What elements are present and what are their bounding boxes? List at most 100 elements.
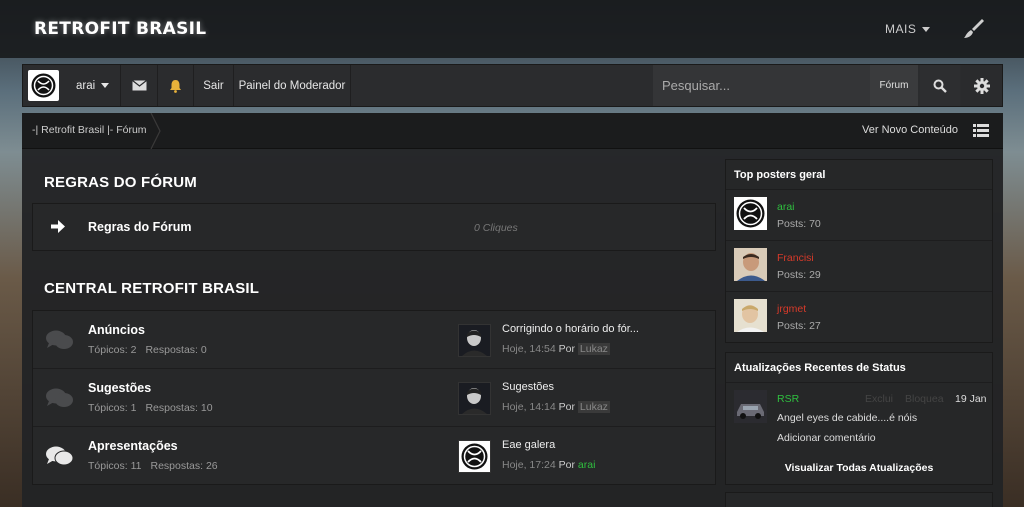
arrow-right-icon — [51, 220, 65, 233]
view-all-updates-link[interactable]: Visualizar Todas Atualizações — [726, 462, 992, 474]
poster-posts: Posts: 70 — [777, 218, 821, 230]
rules-forum-box: Regras do Fórum 0 Cliques — [32, 203, 716, 251]
logout-link[interactable]: Sair — [194, 65, 234, 106]
user-photo-icon — [459, 383, 490, 414]
last-post-meta: Hoje, 14:14 Por Lukaz — [502, 401, 610, 413]
user-menu-button[interactable]: arai — [64, 65, 121, 106]
top-posters-title: Top posters geral — [726, 160, 992, 190]
user-bar: arai Sair Painel do Moderador Fórum — [22, 64, 1003, 107]
status-date: 19 Jan — [955, 393, 987, 405]
poster-name[interactable]: Francisi — [777, 252, 814, 264]
by-label: Por — [558, 459, 575, 471]
envelope-icon — [131, 80, 147, 91]
search-input[interactable] — [662, 78, 867, 93]
list-item[interactable]: Regras do Fórum 0 Cliques — [33, 204, 715, 250]
list-item: jrgmet Posts: 27 — [726, 292, 992, 343]
status-text: Angel eyes de cabide....é nóis — [777, 412, 918, 424]
breadcrumb[interactable]: -| Retrofit Brasil |- Fórum — [32, 124, 147, 136]
site-logo[interactable]: RETROFIT BRASIL — [34, 19, 206, 39]
section-title-rules: REGRAS DO FÓRUM — [44, 174, 197, 191]
poster-posts: Posts: 29 — [777, 269, 821, 281]
chevron-down-icon — [922, 27, 931, 33]
add-comment-link[interactable]: Adicionar comentário — [777, 432, 876, 444]
user-photo-icon — [459, 325, 490, 356]
delete-status-link[interactable]: Exclui — [865, 393, 893, 405]
moderator-panel-label: Painel do Moderador — [238, 79, 346, 92]
user-avatar-icon — [31, 73, 56, 98]
user-photo-icon — [734, 248, 767, 281]
table-row[interactable]: Anúncios Tópicos: 2 Respostas: 0 Corrigin… — [33, 311, 715, 369]
search-scope-button[interactable]: Fórum — [870, 65, 918, 106]
avatar[interactable] — [458, 440, 491, 473]
forum-title[interactable]: Apresentações — [88, 439, 178, 453]
forum-title[interactable]: Anúncios — [88, 323, 145, 337]
bell-icon — [170, 79, 181, 93]
avatar[interactable] — [734, 299, 767, 332]
section-title-central: CENTRAL RETROFIT BRASIL — [44, 280, 260, 297]
search-scope-label: Fórum — [879, 80, 909, 91]
avatar[interactable] — [734, 390, 767, 423]
chat-bubbles-icon — [46, 330, 73, 349]
user-avatar-icon — [736, 199, 765, 228]
central-forum-box: Anúncios Tópicos: 2 Respostas: 0 Corrigin… — [32, 310, 716, 485]
search-button[interactable] — [920, 65, 960, 106]
avatar[interactable] — [734, 197, 767, 230]
username-label: arai — [76, 79, 96, 92]
last-post-user[interactable]: Lukaz — [577, 343, 610, 355]
last-post-meta: Hoje, 14:54 Por Lukaz — [502, 343, 610, 355]
search-box — [653, 65, 870, 106]
more-menu-button[interactable]: MAIS — [885, 22, 931, 36]
last-post-title[interactable]: Corrigindo o horário do fór... — [502, 323, 702, 335]
user-avatar-icon — [459, 441, 490, 472]
forum-title[interactable]: Sugestões — [88, 381, 151, 395]
topics-count: Tópicos: 1 — [88, 402, 137, 414]
table-row[interactable]: Sugestões Tópicos: 1 Respostas: 10 Sugest… — [33, 369, 715, 427]
moderator-panel-link[interactable]: Painel do Moderador — [234, 65, 351, 106]
user-avatar[interactable] — [28, 70, 59, 101]
site-header: RETROFIT BRASIL MAIS — [0, 0, 1024, 58]
avatar[interactable] — [458, 382, 491, 415]
last-post-time: Hoje, 14:14 — [502, 401, 556, 413]
main-content: REGRAS DO FÓRUM Regras do Fórum 0 Clique… — [22, 149, 1003, 507]
logout-label: Sair — [203, 79, 224, 92]
by-label: Por — [558, 343, 575, 355]
list-icon[interactable] — [973, 124, 989, 137]
last-post-user[interactable]: arai — [578, 459, 596, 471]
last-post-user[interactable]: Lukaz — [577, 401, 610, 413]
topics-count: Tópicos: 11 — [88, 460, 142, 472]
topics-count: Tópicos: 2 — [88, 344, 137, 356]
chat-bubbles-icon — [46, 446, 74, 466]
search-icon — [933, 79, 947, 93]
poster-name[interactable]: jrgmet — [777, 303, 806, 315]
last-post-time: Hoje, 14:54 — [502, 343, 556, 355]
view-new-content-link[interactable]: Ver Novo Conteúdo — [862, 124, 958, 136]
rules-clicks: 0 Cliques — [474, 222, 518, 234]
chevron-down-icon — [101, 83, 110, 88]
status-updates-block: Atualizações Recentes de Status RSR Excl… — [725, 352, 993, 485]
block-user-link[interactable]: Bloquea — [905, 393, 944, 405]
by-label: Por — [558, 401, 575, 413]
notifications-button[interactable] — [158, 65, 194, 106]
paintbrush-icon[interactable] — [962, 17, 986, 41]
messages-button[interactable] — [121, 65, 158, 106]
rules-title[interactable]: Regras do Fórum — [88, 220, 192, 234]
settings-button[interactable] — [961, 65, 1002, 106]
last-post-title[interactable]: Sugestões — [502, 381, 702, 393]
table-row[interactable]: Apresentações Tópicos: 11 Respostas: 26 E… — [33, 427, 715, 485]
list-item: arai Posts: 70 — [726, 190, 992, 241]
forum-stats: Tópicos: 11 Respostas: 26 — [88, 460, 227, 472]
breadcrumb-bar: -| Retrofit Brasil |- Fórum Ver Novo Con… — [22, 113, 1003, 149]
status-updates-title: Atualizações Recentes de Status — [726, 353, 992, 383]
top-posters-block: Top posters geral arai Posts: 70 Francis… — [725, 159, 993, 343]
chat-bubbles-icon — [46, 388, 73, 407]
avatar[interactable] — [734, 248, 767, 281]
next-sidebar-block — [725, 492, 993, 507]
status-user[interactable]: RSR — [777, 393, 799, 405]
poster-posts: Posts: 27 — [777, 320, 821, 332]
forum-stats: Tópicos: 2 Respostas: 0 — [88, 344, 216, 356]
avatar[interactable] — [458, 324, 491, 357]
last-post-title[interactable]: Eae galera — [502, 439, 702, 451]
list-item: Francisi Posts: 29 — [726, 241, 992, 292]
more-label: MAIS — [885, 22, 917, 36]
poster-name[interactable]: arai — [777, 201, 795, 213]
